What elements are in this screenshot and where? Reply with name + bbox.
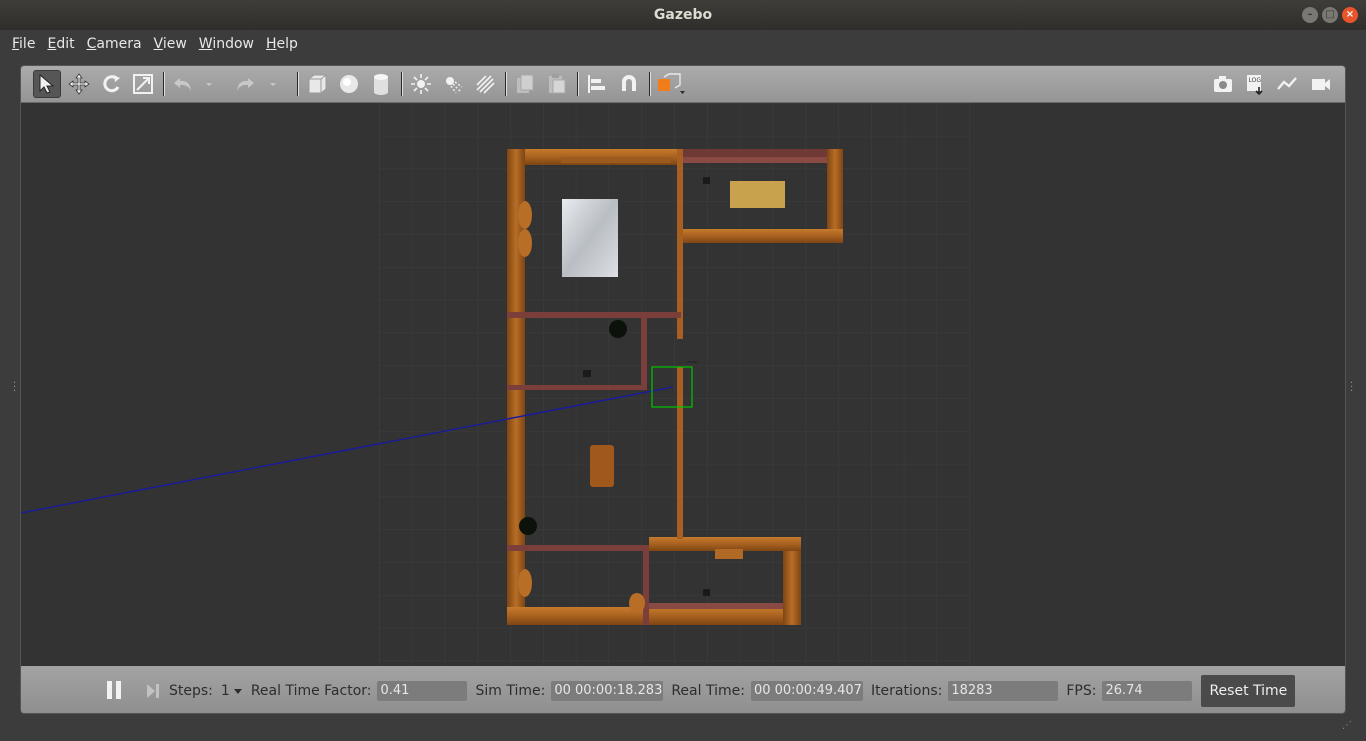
window-titlebar: Gazebo – □ × [0, 0, 1366, 30]
small-object-model-3[interactable] [703, 589, 710, 596]
log-icon: LOG [1247, 75, 1263, 95]
screenshot-button[interactable] [1209, 70, 1237, 98]
small-object-model[interactable] [703, 177, 710, 184]
undo-icon [174, 78, 191, 91]
render-frame: LOG Steps: 1 Real Time Factor: 0.41 Sim … [20, 65, 1346, 714]
pause-button[interactable] [105, 680, 123, 701]
real-time-label: Real Time: [671, 682, 745, 699]
reset-time-button[interactable]: Reset Time [1201, 674, 1296, 707]
view-angle-icon [658, 73, 685, 94]
toolbar: LOG [21, 66, 1345, 103]
directional-light-icon [476, 75, 495, 94]
insert-sphere-button[interactable] [335, 70, 363, 98]
right-splitter-handle[interactable]: · · · [1350, 379, 1353, 397]
camera-icon [1214, 76, 1232, 92]
spot-light-button[interactable] [439, 70, 467, 98]
box-icon [308, 74, 327, 94]
svg-text:LOG: LOG [1249, 77, 1262, 84]
view-angle-button[interactable] [653, 70, 689, 98]
window-title: Gazebo [653, 7, 713, 23]
wooden-table-model[interactable] [730, 181, 785, 208]
snap-button[interactable] [615, 70, 643, 98]
menu-window[interactable]: Window [193, 30, 260, 58]
scene-canvas [21, 103, 971, 666]
paste-button[interactable] [543, 70, 571, 98]
line-chart-icon [1277, 77, 1297, 90]
magnet-icon [622, 75, 636, 91]
real-time-field: 00 00:00:49.407 [750, 680, 863, 701]
chevron-down-icon [206, 83, 212, 86]
video-camera-icon [1312, 79, 1330, 90]
steps-label: Steps: [169, 682, 213, 699]
menu-view[interactable]: View [148, 30, 193, 58]
directional-light-button[interactable] [471, 70, 499, 98]
menu-help[interactable]: Help [260, 30, 304, 58]
window-controls: – □ × [1302, 7, 1358, 23]
3d-scene-viewport[interactable] [21, 103, 1345, 666]
sphere-icon [340, 75, 358, 93]
dark-cylinder-model-2[interactable] [519, 517, 537, 535]
plot-button[interactable] [1273, 70, 1301, 98]
sim-time-label: Sim Time: [475, 682, 546, 699]
iterations-label: Iterations: [870, 682, 943, 699]
record-video-button[interactable] [1307, 70, 1335, 98]
scale-mode-button[interactable] [129, 70, 157, 98]
step-forward-icon [147, 683, 159, 698]
move-arrows-icon [68, 73, 90, 95]
undo-button[interactable] [169, 70, 197, 98]
left-splitter-handle[interactable]: · · · [13, 379, 16, 397]
rotate-mode-button[interactable] [97, 70, 125, 98]
close-icon[interactable]: × [1342, 7, 1358, 23]
real-time-factor-label: Real Time Factor: [250, 682, 372, 699]
fps-field: 26.74 [1102, 680, 1193, 701]
insert-cylinder-button[interactable] [367, 70, 395, 98]
maximize-icon[interactable]: □ [1322, 7, 1338, 23]
scale-icon [133, 74, 153, 94]
copy-icon [517, 74, 534, 93]
wooden-cabinet-model[interactable] [590, 445, 614, 487]
insert-box-button[interactable] [303, 70, 331, 98]
fps-label: FPS: [1066, 682, 1097, 699]
small-object-model-2[interactable] [583, 370, 591, 377]
step-button[interactable] [145, 682, 161, 700]
redo-icon [237, 78, 254, 91]
dark-cylinder-model[interactable] [609, 320, 627, 338]
redo-button[interactable] [231, 70, 259, 98]
real-time-factor-field: 0.41 [377, 680, 468, 701]
copy-button[interactable] [511, 70, 539, 98]
minimize-icon[interactable]: – [1302, 7, 1318, 23]
point-light-button[interactable] [407, 70, 435, 98]
steps-value[interactable]: 1 [221, 683, 230, 699]
select-mode-button[interactable] [33, 70, 61, 98]
marble-table-model[interactable] [562, 199, 618, 277]
menu-edit[interactable]: Edit [41, 30, 80, 58]
cylinder-icon [374, 74, 388, 95]
sim-time-field: 00 00:00:18.283 [551, 680, 664, 701]
menu-camera[interactable]: Camera [81, 30, 148, 58]
align-button[interactable] [583, 70, 611, 98]
rotate-icon [103, 75, 120, 93]
resize-grip-icon[interactable]: ⋰ [1342, 720, 1352, 731]
align-icon [588, 75, 605, 93]
log-button[interactable]: LOG [1241, 70, 1269, 98]
sun-icon [411, 74, 431, 94]
redo-history-dropdown[interactable] [265, 70, 281, 98]
chevron-down-icon[interactable] [233, 686, 243, 696]
chevron-down-icon [270, 83, 276, 86]
menu-file[interactable]: File [6, 30, 41, 58]
spotlight-icon [446, 77, 463, 94]
time-panel: Steps: 1 Real Time Factor: 0.41 Sim Time… [21, 666, 1345, 713]
ground-grid [379, 103, 971, 666]
arrow-pointer-icon [39, 73, 55, 94]
iterations-field: 18283 [948, 680, 1059, 701]
translate-mode-button[interactable] [65, 70, 93, 98]
undo-history-dropdown[interactable] [201, 70, 217, 98]
menu-bar: File Edit Camera View Window Help [0, 30, 1366, 58]
paste-icon [549, 74, 566, 94]
